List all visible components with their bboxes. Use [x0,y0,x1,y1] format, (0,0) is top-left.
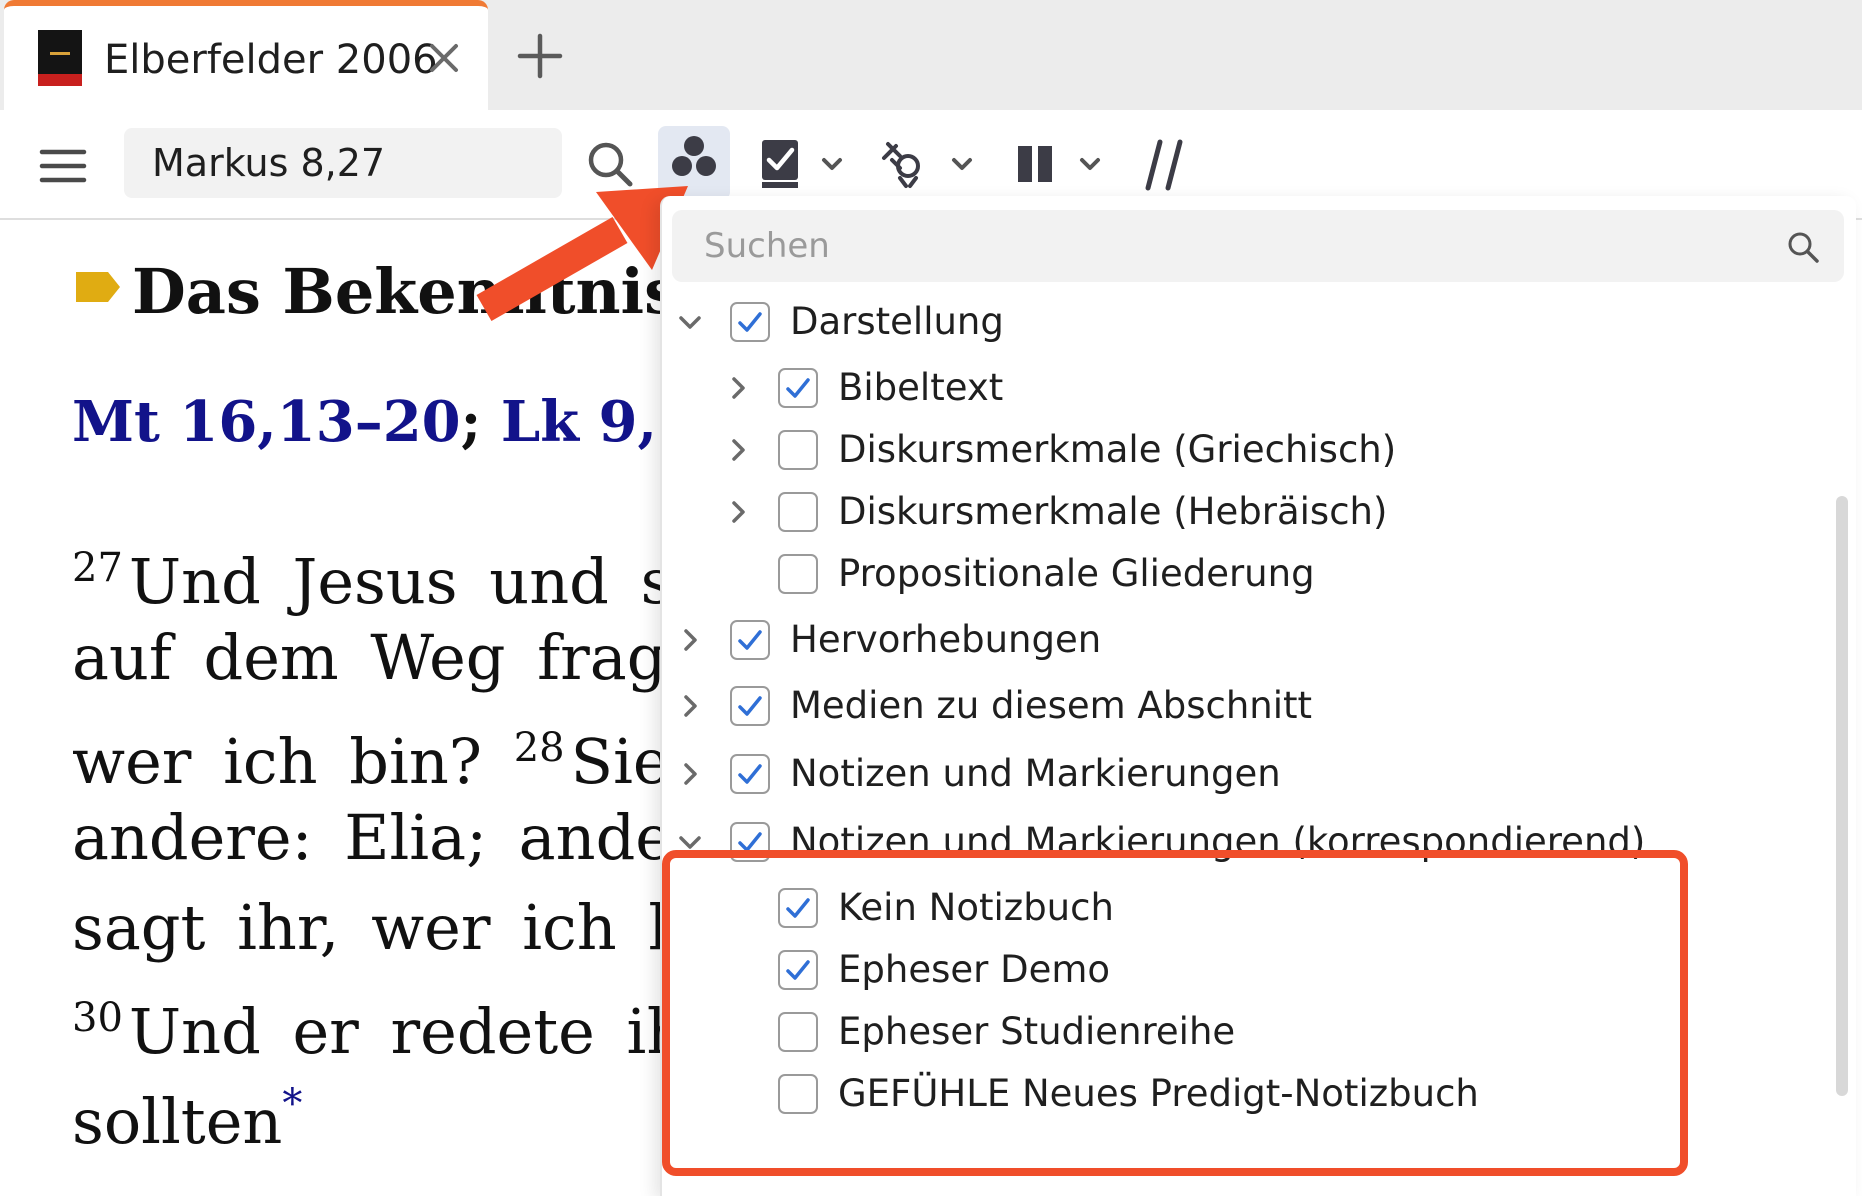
verse-text: Und Jesus und sei [128,545,729,618]
verse-line: 30Und er redete ih [72,976,686,1074]
verse-line: 27Und Jesus und sei [72,526,729,624]
layer-checkbox[interactable] [778,430,818,470]
layer-checkbox[interactable] [730,754,770,794]
layer-checkbox[interactable] [730,302,770,342]
layer-option-label: Diskursmerkmale (Griechisch) [838,428,1397,471]
checkmark-icon [786,378,810,398]
layer-option-label: Medien zu diesem Abschnitt [790,684,1313,727]
chevron-right-icon[interactable] [674,690,706,722]
verse-line: andere: Elia; andere [72,796,738,880]
verse-line: sagt ihr, wer ich bin [72,886,748,970]
checkmark-icon [738,630,762,650]
layer-option-label: Bibeltext [838,366,1004,409]
verse-text: Und er redete ih [128,995,687,1068]
layer-option-row[interactable]: Darstellung [662,292,1832,352]
panel-search-box [672,210,1844,282]
checkmark-icon [738,696,762,716]
layer-option-row[interactable]: Propositionale Gliederung [662,544,1832,604]
chevron-right-icon[interactable] [722,496,754,528]
ref-link-mt[interactable]: Mt 16,13–20 [72,389,461,455]
layer-option-row[interactable]: Notizen und Markierungen [662,744,1832,804]
layer-option-row[interactable]: Medien zu diesem Abschnitt [662,676,1832,736]
verse-line: wer ich bin? 28Sie [72,706,670,804]
menu-icon[interactable] [38,146,88,186]
layer-option-label: Propositionale Gliederung [838,552,1315,595]
heading-tag-icon [76,272,120,302]
verse-text: sagt ihr, wer ich bin [72,891,748,964]
layer-checkbox[interactable] [778,368,818,408]
notebook-check-icon[interactable] [754,132,854,196]
layer-option-label: Notizen und Markierungen [790,752,1281,795]
chevron-right-icon[interactable] [674,758,706,790]
layer-option-row[interactable]: Diskursmerkmale (Griechisch) [662,420,1832,480]
columns-icon[interactable] [1010,132,1112,196]
link-icon[interactable] [878,132,984,196]
layer-option-label: Hervorhebungen [790,618,1102,661]
chevron-right-icon[interactable] [722,372,754,404]
verse-text: andere: Elia; andere [72,801,739,874]
book-cover-icon [38,30,82,86]
layer-option-row[interactable]: Diskursmerkmale (Hebräisch) [662,482,1832,542]
annotation-highlight-box [662,850,1688,1176]
close-icon[interactable] [424,38,464,78]
tab-bar: Elberfelder 2006 [0,0,1862,110]
verse-line: auf dem Weg fragte [72,616,728,700]
verse-line: sollten* [72,1062,302,1164]
chevron-right-icon[interactable] [674,624,706,656]
verse-number: 27 [72,545,123,591]
layer-option-row[interactable]: Hervorhebungen [662,610,1832,670]
layer-checkbox[interactable] [778,554,818,594]
layer-checkbox[interactable] [778,492,818,532]
layer-checkbox[interactable] [730,686,770,726]
plus-icon[interactable] [514,30,566,82]
verse-number: 30 [72,995,123,1041]
verse-text: auf dem Weg fragte [72,621,729,694]
verse-number: 28 [513,725,565,771]
chevron-down-icon[interactable] [674,306,706,338]
verse-text: wer ich bin? [72,725,514,798]
panel-search-input[interactable] [672,210,1844,282]
checkmark-icon [738,764,762,784]
layer-option-label: Diskursmerkmale (Hebräisch) [838,490,1388,533]
footnote-marker[interactable]: * [282,1081,302,1127]
tab-title: Elberfelder 2006 [104,37,438,83]
ref-separator: ; [460,389,501,455]
chevron-right-icon[interactable] [722,434,754,466]
parallel-icon[interactable] [1138,132,1194,196]
layer-option-label: Darstellung [790,300,1004,343]
verse-text: sollten [72,1085,283,1158]
checkmark-icon [738,312,762,332]
tab-elberfelder[interactable]: Elberfelder 2006 [4,0,488,110]
verse-text: Sie [570,725,670,798]
layer-option-row[interactable]: Bibeltext [662,358,1832,418]
scrollbar[interactable] [1836,496,1848,1096]
layer-checkbox[interactable] [730,620,770,660]
search-icon[interactable] [1786,230,1820,264]
